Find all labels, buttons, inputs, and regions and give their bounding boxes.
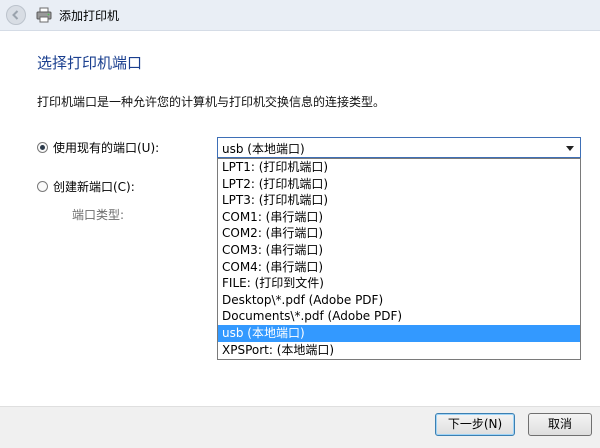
port-option[interactable]: LPT1: (打印机端口) (218, 159, 580, 176)
use-existing-port-option[interactable]: 使用现有的端口(U): (37, 139, 159, 156)
dropdown-arrow-icon[interactable] (566, 146, 574, 151)
use-existing-port-radio[interactable] (37, 142, 48, 153)
port-option[interactable]: LPT2: (打印机端口) (218, 176, 580, 193)
existing-port-select[interactable]: usb (本地端口) (217, 137, 581, 158)
port-option[interactable]: COM3: (串行端口) (218, 242, 580, 259)
create-new-port-radio[interactable] (37, 181, 48, 192)
port-option[interactable]: LPT3: (打印机端口) (218, 192, 580, 209)
port-option[interactable]: Documents\*.pdf (Adobe PDF) (218, 308, 580, 325)
port-option[interactable]: FILE: (打印到文件) (218, 275, 580, 292)
port-option[interactable]: COM1: (串行端口) (218, 209, 580, 226)
back-arrow-icon (12, 10, 19, 20)
create-new-port-option[interactable]: 创建新端口(C): (37, 178, 135, 195)
cancel-button[interactable]: 取消 (528, 413, 592, 436)
port-type-label: 端口类型: (72, 208, 125, 222)
back-button[interactable] (6, 5, 26, 25)
use-existing-port-label: 使用现有的端口(U): (53, 141, 160, 155)
create-new-port-label: 创建新端口(C): (53, 180, 135, 194)
title-bar: 添加打印机 (0, 0, 600, 31)
selected-port-value: usb (本地端口) (222, 142, 305, 156)
port-option[interactable]: COM4: (串行端口) (218, 259, 580, 276)
printer-icon (36, 7, 52, 23)
page-description: 打印机端口是一种允许您的计算机与打印机交换信息的连接类型。 (37, 95, 386, 109)
port-option[interactable]: COM2: (串行端口) (218, 225, 580, 242)
port-dropdown-list[interactable]: LPT1: (打印机端口) LPT2: (打印机端口) LPT3: (打印机端口) C… (217, 158, 581, 360)
port-option[interactable]: usb (本地端口) (218, 324, 580, 342)
port-option[interactable]: XPSPort: (本地端口) (218, 342, 580, 359)
page-heading: 选择打印机端口 (37, 54, 143, 72)
port-option[interactable]: Desktop\*.pdf (Adobe PDF) (218, 292, 580, 309)
next-button[interactable]: 下一步(N) (435, 413, 515, 436)
window-title: 添加打印机 (59, 9, 120, 23)
